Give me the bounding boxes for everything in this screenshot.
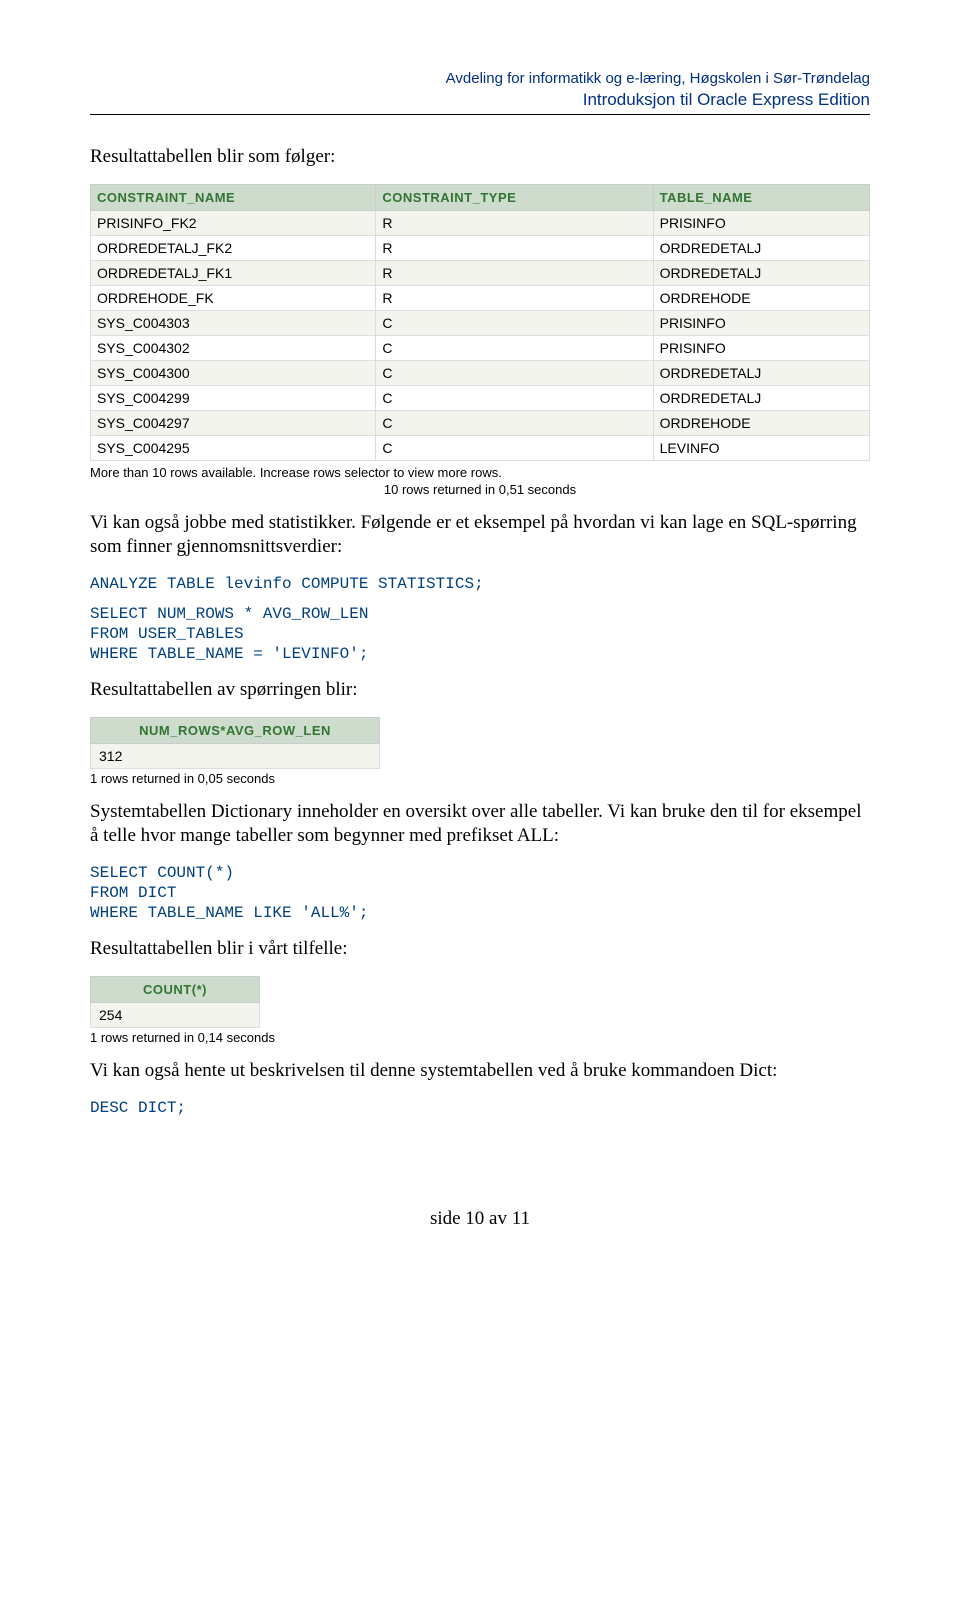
cell: R <box>376 235 653 260</box>
paragraph-6: Vi kan også hente ut beskrivelsen til de… <box>90 1059 870 1084</box>
table-row: ORDREDETALJ_FK1 R ORDREDETALJ <box>91 260 870 285</box>
header-line-2: Introduksjon til Oracle Express Edition <box>90 89 870 110</box>
cell: ORDREDETALJ_FK2 <box>91 235 376 260</box>
constraints-table: CONSTRAINT_NAME CONSTRAINT_TYPE TABLE_NA… <box>90 184 870 461</box>
paragraph-2: Vi kan også jobbe med statistikker. Følg… <box>90 511 870 560</box>
paragraph-3: Resultattabellen av spørringen blir: <box>90 678 870 703</box>
cell: PRISINFO <box>653 210 869 235</box>
cell: C <box>376 360 653 385</box>
cell: SYS_C004300 <box>91 360 376 385</box>
cell: SYS_C004295 <box>91 435 376 460</box>
table-row: SYS_C004300 C ORDREDETALJ <box>91 360 870 385</box>
sql-block-4: DESC DICT; <box>90 1098 870 1118</box>
numrows-header: NUM_ROWS*AVG_ROW_LEN <box>91 717 380 743</box>
header-rule <box>90 114 870 115</box>
cell: ORDREDETALJ <box>653 360 869 385</box>
cell: R <box>376 210 653 235</box>
table-row: SYS_C004302 C PRISINFO <box>91 335 870 360</box>
intro-paragraph: Resultattabellen blir som følger: <box>90 145 870 170</box>
cell: SYS_C004303 <box>91 310 376 335</box>
cell: ORDREHODE <box>653 410 869 435</box>
table-row: ORDREDETALJ_FK2 R ORDREDETALJ <box>91 235 870 260</box>
cell: SYS_C004297 <box>91 410 376 435</box>
col-constraint-type: CONSTRAINT_TYPE <box>376 184 653 210</box>
cell: ORDREDETALJ <box>653 260 869 285</box>
cell: C <box>376 385 653 410</box>
table1-footer-1: More than 10 rows available. Increase ro… <box>90 465 870 480</box>
sql-block-2: SELECT NUM_ROWS * AVG_ROW_LEN FROM USER_… <box>90 604 870 664</box>
table2-footer: 1 rows returned in 0,05 seconds <box>90 771 870 786</box>
page-footer: side 10 av 11 <box>90 1208 870 1230</box>
table-row: SYS_C004297 C ORDREHODE <box>91 410 870 435</box>
sql-block-1: ANALYZE TABLE levinfo COMPUTE STATISTICS… <box>90 574 870 594</box>
document-header: Avdeling for informatikk og e-læring, Hø… <box>90 70 870 110</box>
table-row: ORDREHODE_FK R ORDREHODE <box>91 285 870 310</box>
table-row: SYS_C004299 C ORDREDETALJ <box>91 385 870 410</box>
sql-block-3: SELECT COUNT(*) FROM DICT WHERE TABLE_NA… <box>90 863 870 923</box>
cell: SYS_C004302 <box>91 335 376 360</box>
cell: C <box>376 310 653 335</box>
table-row: SYS_C004295 C LEVINFO <box>91 435 870 460</box>
count-value: 254 <box>91 1002 260 1027</box>
cell: C <box>376 410 653 435</box>
cell: PRISINFO <box>653 310 869 335</box>
cell: C <box>376 435 653 460</box>
count-table: COUNT(*) 254 <box>90 976 260 1028</box>
cell: PRISINFO_FK2 <box>91 210 376 235</box>
cell: ORDREHODE_FK <box>91 285 376 310</box>
table-row: SYS_C004303 C PRISINFO <box>91 310 870 335</box>
numrows-table: NUM_ROWS*AVG_ROW_LEN 312 <box>90 717 380 769</box>
cell: R <box>376 285 653 310</box>
header-line-1: Avdeling for informatikk og e-læring, Hø… <box>90 70 870 89</box>
table1-footer-2: 10 rows returned in 0,51 seconds <box>90 482 870 497</box>
cell: C <box>376 335 653 360</box>
cell: ORDREDETALJ_FK1 <box>91 260 376 285</box>
col-constraint-name: CONSTRAINT_NAME <box>91 184 376 210</box>
numrows-value: 312 <box>91 743 380 768</box>
cell: R <box>376 260 653 285</box>
cell: ORDREHODE <box>653 285 869 310</box>
paragraph-4: Systemtabellen Dictionary inneholder en … <box>90 800 870 849</box>
col-table-name: TABLE_NAME <box>653 184 869 210</box>
table-row: PRISINFO_FK2 R PRISINFO <box>91 210 870 235</box>
paragraph-5: Resultattabellen blir i vårt tilfelle: <box>90 937 870 962</box>
cell: LEVINFO <box>653 435 869 460</box>
cell: ORDREDETALJ <box>653 385 869 410</box>
cell: ORDREDETALJ <box>653 235 869 260</box>
table3-footer: 1 rows returned in 0,14 seconds <box>90 1030 870 1045</box>
cell: PRISINFO <box>653 335 869 360</box>
count-header: COUNT(*) <box>91 976 260 1002</box>
cell: SYS_C004299 <box>91 385 376 410</box>
